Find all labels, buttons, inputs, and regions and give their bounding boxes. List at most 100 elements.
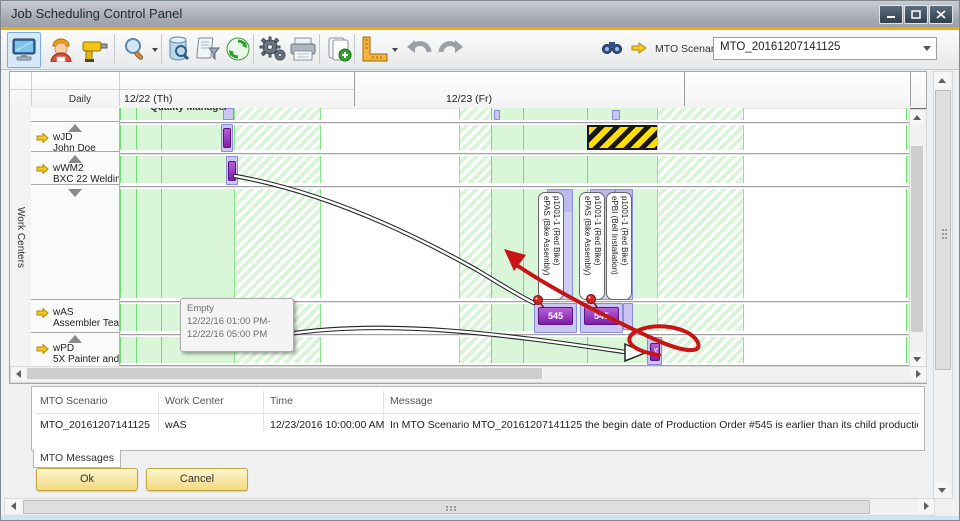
header-subline xyxy=(10,89,354,90)
zoom-button[interactable] xyxy=(119,32,151,66)
data-search-button[interactable] xyxy=(164,32,196,66)
gears-icon xyxy=(259,36,287,62)
job-bar-sliver[interactable] xyxy=(612,110,620,120)
ruler-button[interactable] xyxy=(358,32,390,66)
job-label-epas1[interactable]: ePAS (Bike Assembly) p1001-1 (Red Bike) xyxy=(538,192,564,300)
refresh-button[interactable] xyxy=(222,32,254,66)
settings-button[interactable] xyxy=(257,32,289,66)
job-label-epbi[interactable]: ePBI (Bell Installation) p1001-1 (Red Bi… xyxy=(606,192,632,300)
row-header-wpd[interactable]: wPD 5X Painter and D xyxy=(31,334,119,365)
job-bar-container[interactable] xyxy=(226,156,238,185)
scroll-thumb[interactable] xyxy=(935,90,951,370)
collapse-icon[interactable] xyxy=(68,155,82,163)
cell-scenario[interactable]: MTO_20161207141125 xyxy=(40,419,150,431)
work-band xyxy=(491,337,589,363)
job-bar-container[interactable]: 545 xyxy=(647,337,662,365)
ruler-dropdown-icon[interactable] xyxy=(392,48,398,52)
row-name: John Doe xyxy=(53,143,96,152)
column-header[interactable]: Message xyxy=(390,395,433,407)
scroll-right-button[interactable] xyxy=(918,499,934,513)
work-band xyxy=(120,125,236,150)
cancel-button[interactable]: Cancel xyxy=(146,468,248,491)
order-bar-545[interactable]: 545 xyxy=(538,307,573,325)
scroll-down-button[interactable] xyxy=(934,482,950,498)
gantt-panel: Daily 12/22 (Th) 12/23 (Fr) Work Centers… xyxy=(9,71,927,384)
window-horizontal-scrollbar[interactable] xyxy=(4,498,935,516)
scroll-left-icon xyxy=(16,370,21,378)
column-header[interactable]: MTO Scenario xyxy=(40,395,108,407)
blocked-time-box[interactable] xyxy=(587,125,661,150)
toolbar-separator xyxy=(319,34,320,64)
gantt-vertical-scrollbar[interactable] xyxy=(909,109,927,368)
scale-label[interactable]: Daily xyxy=(40,94,120,105)
cell-time[interactable]: 12/23/2016 10:00:00 AM xyxy=(270,419,384,431)
ok-button[interactable]: Ok xyxy=(36,468,138,491)
machine-button[interactable] xyxy=(79,32,111,66)
row-header-was[interactable]: wAS Assembler Team xyxy=(31,301,119,333)
job-label-line: p1001-1 (Red Bike) xyxy=(619,196,629,296)
work-band xyxy=(657,156,744,183)
timeline-header: Daily 12/22 (Th) 12/23 (Fr) xyxy=(10,72,926,110)
column-header[interactable]: Time xyxy=(270,395,293,407)
redo-button[interactable] xyxy=(435,32,467,66)
scroll-right-button[interactable] xyxy=(911,367,926,380)
row-arrow-icon xyxy=(36,344,49,354)
employee-button[interactable] xyxy=(45,32,77,66)
scheduler-board-button[interactable] xyxy=(7,32,41,68)
zoom-dropdown-icon[interactable] xyxy=(152,48,158,52)
scroll-thumb[interactable] xyxy=(23,500,870,514)
report-button[interactable] xyxy=(323,32,355,66)
row-header-expanded[interactable] xyxy=(31,186,119,300)
scroll-thumb[interactable] xyxy=(27,368,542,379)
gantt-horizontal-scrollbar[interactable] xyxy=(10,366,927,383)
scroll-up-button[interactable] xyxy=(910,110,924,125)
work-band xyxy=(459,108,493,120)
order-bar-container[interactable]: 545 xyxy=(580,303,623,333)
collapse-icon[interactable] xyxy=(68,335,82,343)
undo-button[interactable] xyxy=(403,32,435,66)
window-vertical-scrollbar[interactable] xyxy=(933,71,953,499)
job-bar-sliver[interactable] xyxy=(494,110,500,120)
ruler-icon xyxy=(359,36,389,62)
cell-workcenter[interactable]: wAS xyxy=(165,419,187,431)
database-search-icon xyxy=(167,36,193,62)
work-band xyxy=(459,156,493,183)
minimize-button[interactable] xyxy=(879,5,903,24)
row-header-wwm2[interactable]: wWM2 BXC 22 Welding M xyxy=(31,153,119,185)
scroll-thumb[interactable] xyxy=(911,146,923,332)
column-header[interactable]: Work Center xyxy=(165,395,224,407)
job-label-epas2[interactable]: ePAS (Bike Assembly) p1001-1 (Red Bike) xyxy=(579,192,605,300)
collapse-icon[interactable] xyxy=(68,124,82,132)
work-band xyxy=(657,337,744,363)
expand-icon[interactable] xyxy=(68,189,82,197)
scroll-down-button[interactable] xyxy=(910,352,924,367)
window-title: Job Scheduling Control Panel xyxy=(11,6,182,21)
job-bar[interactable] xyxy=(228,161,236,181)
work-band xyxy=(459,304,493,331)
print-button[interactable] xyxy=(287,32,319,66)
job-bar-container[interactable] xyxy=(221,124,233,152)
column-divider xyxy=(263,391,264,431)
order-bar-sliver[interactable] xyxy=(623,303,633,330)
find-button[interactable] xyxy=(601,36,623,58)
header-divider xyxy=(910,72,911,106)
axis-strip: Work Centers xyxy=(10,108,32,366)
row-header-wjd[interactable]: wJD John Doe xyxy=(31,122,119,152)
goto-arrow-icon[interactable] xyxy=(631,42,647,54)
work-band xyxy=(120,156,236,183)
filter-button[interactable] xyxy=(193,32,225,66)
combo-dropdown-icon[interactable] xyxy=(923,46,931,51)
order-bar-container[interactable]: 545 xyxy=(534,303,577,333)
job-bar[interactable] xyxy=(223,128,231,148)
scroll-left-button[interactable] xyxy=(5,499,21,513)
order-bar-545b[interactable]: 545 xyxy=(584,307,619,325)
scenario-combobox[interactable]: MTO_20161207141125 xyxy=(713,37,937,60)
scroll-up-button[interactable] xyxy=(934,72,950,88)
scroll-left-button[interactable] xyxy=(11,367,26,380)
cell-message[interactable]: In MTO Scenario MTO_20161207141125 the b… xyxy=(390,419,918,431)
row-name: BXC 22 Welding M xyxy=(53,174,119,185)
maximize-button[interactable] xyxy=(904,5,928,24)
tab-mto-messages[interactable]: MTO Messages xyxy=(33,449,121,468)
job-bar-wpd[interactable]: 545 xyxy=(650,343,660,361)
close-button[interactable] xyxy=(929,5,953,24)
